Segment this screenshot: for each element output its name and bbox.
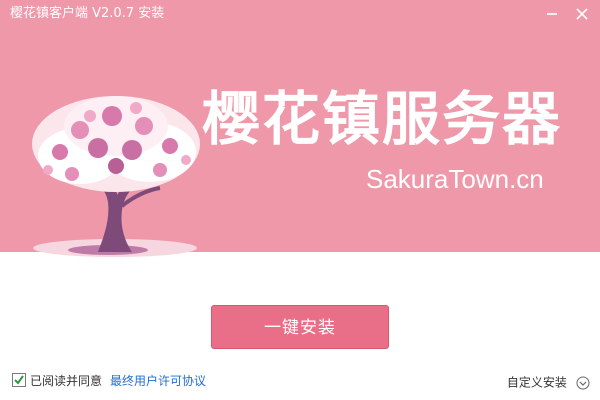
close-icon (576, 8, 588, 20)
custom-install-toggle[interactable]: 自定义安装 (507, 372, 590, 390)
chevron-down-circle-icon (576, 376, 590, 389)
installer-window: 樱花镇客户端 V2.0.7 安装 樱花镇服务器 SakuraTown.cn 一键… (0, 0, 600, 400)
custom-install-label: 自定义安装 (506, 375, 567, 390)
agree-checkbox[interactable] (12, 373, 26, 387)
one-click-install-button[interactable]: 一键安装 (211, 305, 389, 349)
brand-url: SakuraTown.cn (366, 164, 544, 194)
license-agreement-link[interactable]: 最终用户许可协议 (110, 372, 206, 390)
agree-label: 已阅读并同意 (30, 374, 103, 388)
minimize-button[interactable] (541, 4, 563, 24)
minimize-icon (547, 13, 557, 15)
close-button[interactable] (571, 4, 593, 24)
sakura-tree-logo (32, 96, 200, 257)
window-title: 樱花镇客户端 V2.0.7 安装 (10, 6, 165, 21)
brand-title: 樱花镇服务器 (202, 85, 563, 153)
checkmark-icon (14, 375, 24, 385)
header-banner: 樱花镇客户端 V2.0.7 安装 樱花镇服务器 SakuraTown.cn (0, 0, 600, 257)
